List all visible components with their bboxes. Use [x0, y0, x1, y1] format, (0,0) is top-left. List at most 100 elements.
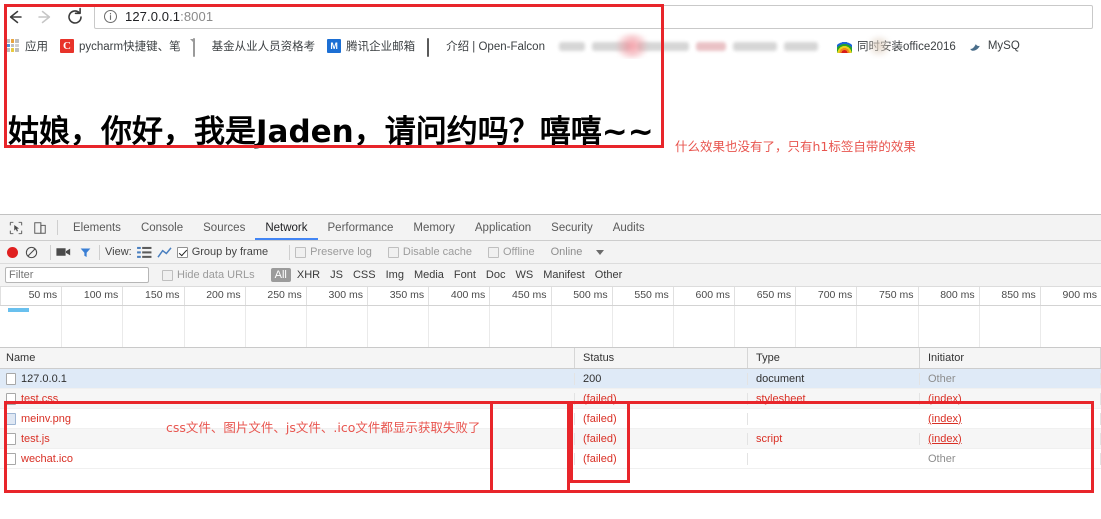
- bookmark-apps[interactable]: 应用: [0, 36, 54, 56]
- tab-security[interactable]: Security: [541, 216, 603, 240]
- tab-network[interactable]: Network: [255, 216, 318, 240]
- timeline-tick-label: 700 ms: [817, 289, 853, 301]
- bookmark-label: pycharm快捷键、笔: [79, 41, 181, 53]
- timeline-tick-label: 500 ms: [573, 289, 608, 301]
- filter-type-img[interactable]: Img: [382, 268, 408, 282]
- address-bar[interactable]: 127.0.0.1:8001: [94, 4, 1093, 29]
- book-icon: [427, 38, 441, 57]
- checkbox-box[interactable]: [387, 246, 399, 258]
- overview-gridline: [795, 306, 797, 347]
- filter-type-css[interactable]: CSS: [349, 268, 380, 282]
- bookmark-office2016[interactable]: 同时安装office2016: [831, 36, 962, 56]
- overview-body[interactable]: [0, 306, 1101, 347]
- tab-performance[interactable]: Performance: [318, 216, 404, 240]
- timeline-tick: 250 ms: [244, 287, 306, 305]
- checkbox-box[interactable]: [176, 246, 188, 258]
- filter-type-font[interactable]: Font: [450, 268, 480, 282]
- bookmark-pycharm[interactable]: C pycharm快捷键、笔: [54, 36, 187, 56]
- filter-type-other[interactable]: Other: [591, 268, 627, 282]
- bookmark-open-falcon[interactable]: 介绍 | Open-Falcon: [421, 36, 551, 57]
- redacted-blur: [636, 41, 689, 51]
- cell-initiator[interactable]: (index): [920, 432, 1101, 445]
- device-toolbar-icon[interactable]: [28, 216, 52, 239]
- timeline-view-icon[interactable]: [157, 246, 172, 259]
- cell-name[interactable]: 127.0.0.1: [0, 372, 575, 385]
- filter-type-manifest[interactable]: Manifest: [539, 268, 589, 282]
- toolbar-divider: [50, 244, 51, 260]
- tab-audits[interactable]: Audits: [603, 216, 655, 240]
- bookmark-redacted[interactable]: [553, 37, 831, 55]
- column-header-type[interactable]: Type: [748, 348, 920, 368]
- filter-type-all[interactable]: All: [270, 268, 291, 282]
- record-dot-icon[interactable]: [7, 246, 18, 258]
- timeline-tick: 150 ms: [122, 287, 183, 305]
- funnel-icon[interactable]: [79, 246, 92, 259]
- column-header-name[interactable]: Name: [0, 348, 575, 368]
- network-overview[interactable]: 50 ms 100 ms 150 ms 200 ms 250 ms 300 ms 350 m…: [0, 287, 1101, 348]
- bookmark-mysql[interactable]: MySQ: [962, 36, 1026, 56]
- checkbox-box[interactable]: [295, 246, 307, 258]
- hide-data-urls-checkbox[interactable]: Hide data URLs: [162, 269, 260, 281]
- toolbar-divider: [289, 244, 291, 260]
- redacted-blur: [732, 41, 777, 51]
- timeline-tick: 600 ms: [672, 287, 734, 305]
- column-header-initiator[interactable]: Initiator: [920, 348, 1101, 368]
- tab-memory[interactable]: Memory: [403, 216, 465, 240]
- initiator-link[interactable]: (index): [928, 433, 962, 445]
- bookmark-tencent-mail[interactable]: 腾讯企业邮箱: [321, 36, 421, 56]
- reload-button[interactable]: [60, 2, 90, 32]
- tab-application[interactable]: Application: [465, 216, 541, 240]
- chevron-down-icon[interactable]: [596, 249, 605, 255]
- online-throttle-label[interactable]: Online: [551, 246, 583, 258]
- checkbox-box[interactable]: [162, 269, 173, 281]
- timeline-tick: 700 ms: [795, 287, 856, 305]
- column-header-status[interactable]: Status: [575, 348, 748, 368]
- initiator-link[interactable]: (index): [928, 413, 962, 425]
- filter-type-ws[interactable]: WS: [511, 268, 537, 282]
- timeline-tick-label: 650 ms: [756, 289, 792, 301]
- tab-sources[interactable]: Sources: [193, 216, 255, 240]
- request-name: test.css: [21, 392, 59, 405]
- group-by-frame-checkbox[interactable]: Group by frame: [176, 246, 273, 258]
- site-info-icon[interactable]: [103, 9, 118, 24]
- clear-circle-slash-icon[interactable]: [25, 246, 38, 259]
- bookmark-fund-exam[interactable]: 基金从业人员资格考: [187, 36, 322, 57]
- tab-elements[interactable]: Elements: [63, 216, 131, 240]
- table-row[interactable]: test.css (failed) stylesheet (index): [0, 389, 1101, 409]
- list-view-icon[interactable]: [136, 246, 152, 259]
- devtools-panel: Elements Console Sources Network Perform…: [0, 214, 1101, 519]
- forward-button[interactable]: [30, 2, 60, 32]
- cell-initiator[interactable]: (index): [920, 412, 1101, 425]
- filter-type-doc[interactable]: Doc: [482, 268, 510, 282]
- filter-type-js[interactable]: JS: [326, 268, 347, 282]
- filter-type-media[interactable]: Media: [410, 268, 448, 282]
- tab-console[interactable]: Console: [131, 216, 193, 240]
- disable-cache-checkbox[interactable]: Disable cache: [387, 246, 477, 258]
- view-label: View:: [105, 246, 132, 258]
- preserve-log-checkbox[interactable]: Preserve log: [295, 246, 377, 258]
- timeline-tick: 450 ms: [489, 287, 550, 305]
- checkbox-box[interactable]: [487, 246, 499, 258]
- bookmarks-bar: 应用 C pycharm快捷键、笔 基金从业人员资格考 腾讯企业邮箱 介绍 | …: [0, 33, 1101, 59]
- apps-grid-icon: [6, 39, 20, 53]
- table-row[interactable]: 127.0.0.1 200 document Other: [0, 369, 1101, 389]
- checkbox-label: Disable cache: [402, 246, 472, 258]
- initiator-link[interactable]: (index): [928, 393, 962, 405]
- cell-initiator[interactable]: (index): [920, 392, 1101, 405]
- table-row[interactable]: wechat.ico (failed) Other: [0, 449, 1101, 469]
- camera-icon[interactable]: [56, 246, 71, 258]
- inspect-cursor-icon[interactable]: [4, 216, 28, 239]
- cell-name[interactable]: wechat.ico: [0, 452, 575, 465]
- offline-checkbox[interactable]: Offline: [487, 246, 540, 258]
- filter-input[interactable]: [5, 267, 149, 283]
- bookmark-label: 同时安装office2016: [856, 41, 956, 53]
- timeline-tick: 500 ms: [550, 287, 612, 305]
- request-name: meinv.png: [21, 412, 71, 425]
- back-button[interactable]: [0, 2, 30, 32]
- request-name: wechat.ico: [21, 452, 73, 465]
- image-icon: [6, 412, 16, 425]
- overview-gridline: [122, 306, 124, 347]
- filter-type-xhr[interactable]: XHR: [293, 268, 324, 282]
- bookmark-label: 介绍 | Open-Falcon: [446, 41, 545, 53]
- cell-name[interactable]: test.css: [0, 392, 575, 405]
